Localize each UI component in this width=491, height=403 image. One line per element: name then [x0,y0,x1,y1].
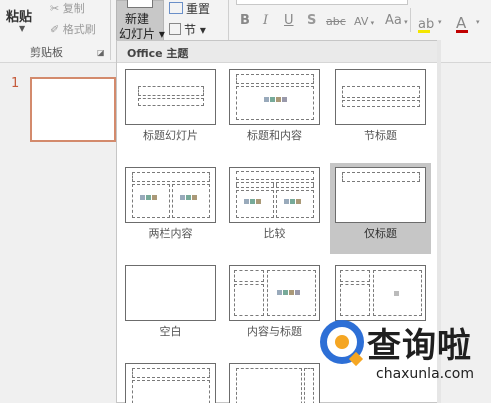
layout-tile[interactable] [120,359,221,403]
gallery-theme-title: Office 主题 [127,47,189,60]
strikethrough-button[interactable]: abc [326,15,346,28]
section-label: 节 ▾ [184,23,206,37]
layout-content-with-caption[interactable]: 内容与标题 [224,261,325,352]
layout-preview [335,265,426,321]
dialog-launcher-icon[interactable]: ◪ [97,48,105,57]
shadow-button[interactable]: S [307,13,316,28]
layout-section-header[interactable]: 节标题 [330,65,431,156]
layout-title-and-content[interactable]: 标题和内容 [224,65,325,156]
highlight-button[interactable]: ab [418,13,434,35]
new-slide-button[interactable]: 新建 幻灯片 ▾ [116,0,165,44]
reset-button[interactable]: 重置 [169,0,210,17]
new-slide-icon [127,0,153,8]
change-case-label: Aa [385,13,402,28]
watermark-brand-text: 查询啦 [367,326,472,366]
layout-title-slide[interactable]: 标题幻灯片 [120,65,221,156]
layout-preview [229,363,320,403]
section-button[interactable]: 节 ▾ [169,21,206,38]
layout-preview [229,167,320,223]
layout-preview [125,69,216,125]
italic-button[interactable]: I [263,13,268,28]
layout-preview [335,69,426,125]
content-placeholder-icons [277,290,301,297]
layout-preview [125,167,216,223]
layout-comparison[interactable]: 比较 [224,163,325,254]
paste-button[interactable]: 粘贴 [6,6,32,25]
paste-dropdown-icon[interactable]: ▼ [19,24,25,33]
layout-label: 内容与标题 [247,325,302,338]
picture-placeholder-icon [394,291,400,298]
section-icon [169,23,181,35]
content-placeholder-icons [284,199,302,206]
gallery-header: Office 主题 [117,41,440,63]
reset-label: 重置 [186,2,211,16]
layout-preview [125,363,216,403]
format-painter-button[interactable]: ✐ 格式刷 [50,21,96,37]
bold-button[interactable]: B [240,13,250,28]
clipboard-group-label: 剪贴板 [30,46,63,59]
layout-label: 两栏内容 [148,227,193,240]
layout-title-only[interactable]: 仅标题 [330,163,431,254]
character-spacing-label: AV [354,15,369,28]
character-spacing-button[interactable]: AV ▾ [354,15,374,28]
reset-icon [169,2,183,14]
layout-preview [229,69,320,125]
content-placeholder-icons [264,97,288,104]
content-placeholder-icons [244,199,262,206]
copy-button[interactable]: ✂ 复制 [50,0,85,16]
layout-preview [125,265,216,321]
highlight-color-bar [418,30,430,33]
layout-label: 标题幻灯片 [143,129,198,142]
layout-two-content[interactable]: 两栏内容 [120,163,221,254]
layout-tile[interactable] [224,359,325,403]
layout-preview [229,265,320,321]
font-name-combobox[interactable] [236,0,408,5]
layout-label: 仅标题 [364,227,397,240]
font-color-bar [456,30,468,33]
chevron-down-icon: ▾ [401,18,408,26]
group-divider [110,0,111,60]
layout-label: 比较 [263,227,286,240]
group-divider [410,8,411,32]
slide-thumbnail[interactable] [30,77,116,142]
layout-label: 空白 [159,325,182,338]
chevron-down-icon[interactable]: ▾ [476,18,480,26]
font-color-button[interactable]: A [456,13,470,35]
layout-label: 节标题 [364,129,397,142]
content-placeholder-icons [180,195,198,202]
content-placeholder-icons [140,195,158,202]
chevron-down-icon[interactable]: ▾ [438,18,442,26]
chevron-down-icon: ▾ [368,19,375,27]
layout-preview [335,167,426,223]
underline-button[interactable]: U [284,13,294,28]
watermark-logo-dot [335,335,349,349]
watermark-url: chaxunla.com [376,366,474,382]
change-case-button[interactable]: Aa ▾ [385,13,408,28]
slide-number: 1 [11,76,20,91]
layout-label: 标题和内容 [247,129,302,142]
layout-blank[interactable]: 空白 [120,261,221,352]
